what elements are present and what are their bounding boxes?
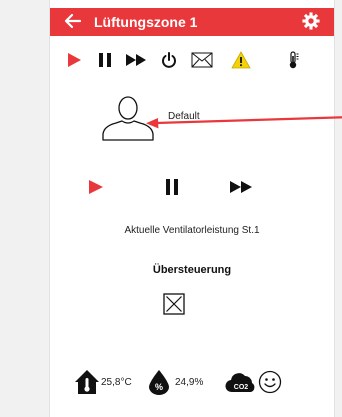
humidity-value: 24,9% [175, 376, 204, 388]
temperature-reading: 25,8°C [74, 367, 132, 397]
play-icon[interactable] [86, 174, 106, 200]
svg-text:%: % [155, 382, 163, 392]
fast-forward-icon[interactable] [124, 48, 148, 72]
smiley-icon [258, 370, 282, 394]
pause-icon[interactable] [96, 48, 114, 72]
sensor-row: 25,8°C % 24,9% CO2 [50, 367, 334, 397]
gear-icon[interactable] [302, 12, 320, 30]
warning-icon[interactable] [230, 48, 252, 72]
humidity-reading: % 24,9% [148, 367, 203, 397]
override-title: Übersteuerung [152, 264, 232, 276]
air-quality-indicator [258, 367, 282, 397]
app-header: Lüftungszone 1 [50, 8, 334, 36]
co2-cloud-icon: CO2 [225, 373, 255, 393]
power-icon[interactable] [160, 48, 178, 72]
pointer-arrow [146, 116, 342, 129]
temperature-value: 25,8°C [101, 376, 132, 388]
pause-icon[interactable] [164, 174, 180, 200]
checkbox-crossed-icon[interactable] [163, 293, 185, 315]
play-icon[interactable] [64, 48, 84, 72]
co2-label: CO2 [234, 384, 249, 391]
fan-level-status: Aktuelle Ventilatorleistung St.1 [124, 225, 260, 236]
co2-reading: CO2 [225, 367, 257, 397]
fast-forward-icon[interactable] [228, 174, 254, 200]
toolbar [50, 48, 334, 72]
page-title: Lüftungszone 1 [94, 14, 198, 30]
thermometer-icon[interactable] [284, 48, 302, 72]
house-thermometer-icon [75, 370, 99, 394]
playback-controls [50, 174, 334, 200]
humidity-drop-icon: % [149, 370, 169, 395]
app-screen: Lüftungszone 1 Default Aktuelle Ventilat… [49, 0, 342, 417]
mail-icon[interactable] [190, 48, 214, 72]
arrow-left-icon[interactable] [64, 12, 82, 30]
